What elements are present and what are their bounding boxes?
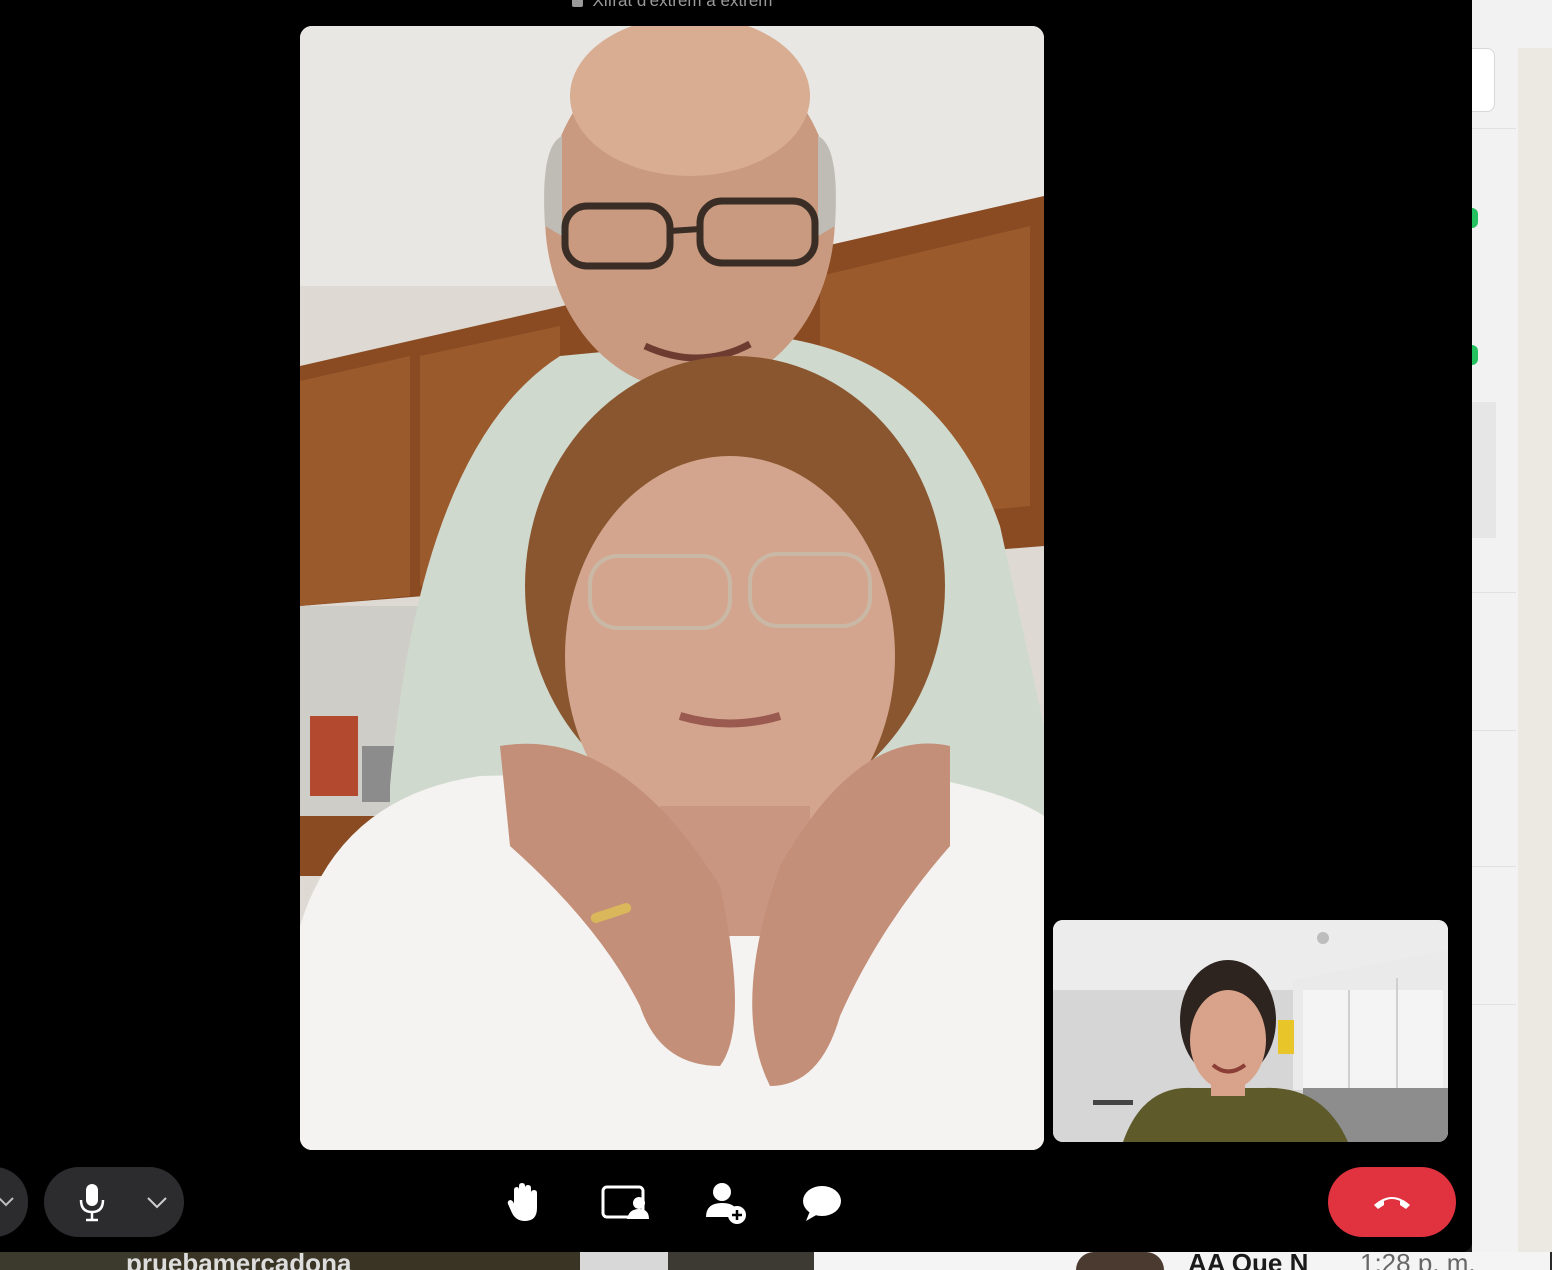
screen-share-icon[interactable]	[600, 1182, 652, 1224]
background-app-window	[1472, 0, 1552, 1270]
thumbnail	[668, 1252, 814, 1270]
divider	[1472, 592, 1516, 593]
chat-wallpaper	[1518, 48, 1552, 1270]
microphone-icon[interactable]	[72, 1181, 112, 1223]
remote-video-feed	[300, 26, 1044, 1150]
video-call-window: Xifrat d'extrem a extrem	[0, 0, 1472, 1252]
selected-chat-row[interactable]	[1472, 402, 1496, 538]
background-text: pruebamercadona	[126, 1252, 352, 1270]
encryption-text: Xifrat d'extrem a extrem	[592, 0, 773, 10]
add-person-icon[interactable]	[704, 1180, 748, 1226]
raise-hand-icon[interactable]	[502, 1180, 544, 1224]
divider	[1472, 730, 1516, 731]
remote-video-frame	[300, 26, 1044, 1150]
online-indicator	[1472, 208, 1478, 228]
chat-bubble-icon[interactable]	[800, 1182, 844, 1224]
divider	[1472, 128, 1516, 129]
chevron-down-icon	[0, 1193, 16, 1211]
phone-hangup-icon	[1372, 1193, 1412, 1211]
background-bottom-strip: pruebamercadona AA Que N 1:28 p. m.	[0, 1252, 1552, 1270]
self-video-preview[interactable]	[1053, 920, 1448, 1142]
self-video-frame	[1053, 920, 1448, 1142]
chevron-down-icon[interactable]	[142, 1193, 172, 1211]
microphone-control	[44, 1167, 184, 1237]
divider	[1472, 866, 1516, 867]
encryption-notice: Xifrat d'extrem a extrem	[0, 0, 1344, 11]
thumbnail	[0, 1252, 140, 1270]
divider	[1472, 1004, 1516, 1005]
lock-icon	[571, 0, 583, 7]
video-options-button[interactable]	[0, 1167, 28, 1237]
end-call-button[interactable]	[1328, 1167, 1456, 1237]
avatar	[1076, 1252, 1164, 1270]
chat-time: 1:28 p. m.	[1360, 1252, 1476, 1270]
thumbnail	[580, 1252, 668, 1270]
search-box[interactable]	[1472, 48, 1495, 112]
online-indicator	[1472, 345, 1478, 365]
chat-name: AA Que N	[1188, 1252, 1309, 1270]
